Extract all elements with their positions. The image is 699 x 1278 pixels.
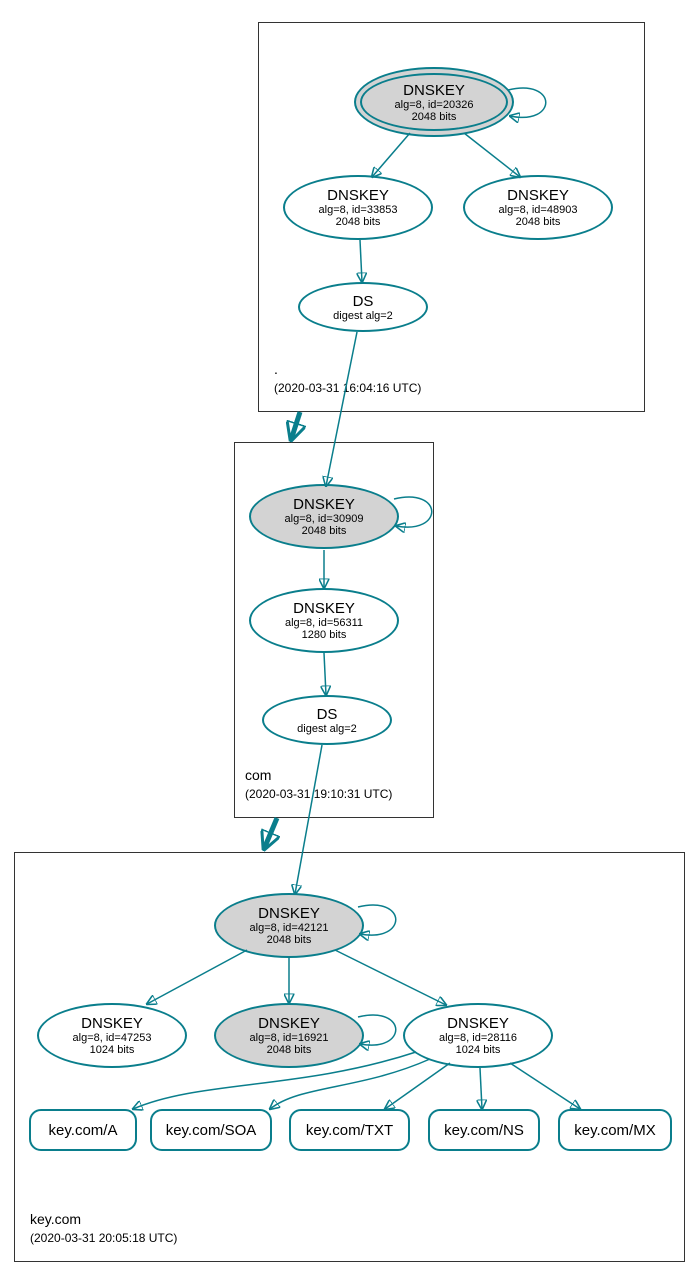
node-key-z1: DNSKEY alg=8, id=47253 1024 bits bbox=[37, 1003, 187, 1068]
node-com-ksk-line2: alg=8, id=30909 bbox=[285, 513, 364, 525]
node-root-ext: DNSKEY alg=8, id=48903 2048 bits bbox=[463, 175, 613, 240]
node-key-ksk-title: DNSKEY bbox=[258, 905, 320, 922]
node-key-z1-title: DNSKEY bbox=[81, 1015, 143, 1032]
node-root-zsk-line2: alg=8, id=33853 bbox=[319, 204, 398, 216]
node-key-z2-line2: alg=8, id=16921 bbox=[250, 1032, 329, 1044]
node-root-ds: DS digest alg=2 bbox=[298, 282, 428, 332]
node-com-ds-title: DS bbox=[317, 706, 338, 723]
node-root-ksk-title: DNSKEY bbox=[403, 82, 465, 99]
node-key-z1-line3: 1024 bits bbox=[90, 1044, 135, 1056]
node-root-zsk-title: DNSKEY bbox=[327, 187, 389, 204]
node-root-ksk: DNSKEY alg=8, id=20326 2048 bits bbox=[354, 67, 514, 137]
node-com-zsk-line2: alg=8, id=56311 bbox=[285, 617, 363, 629]
node-key-z3-line2: alg=8, id=28116 bbox=[439, 1032, 517, 1044]
node-com-ds-line2: digest alg=2 bbox=[297, 723, 357, 735]
zone-com-ts: (2020-03-31 19:10:31 UTC) bbox=[245, 787, 392, 801]
node-root-zsk: DNSKEY alg=8, id=33853 2048 bits bbox=[283, 175, 433, 240]
node-key-z2-line3: 2048 bits bbox=[267, 1044, 312, 1056]
node-key-ksk-line3: 2048 bits bbox=[267, 934, 312, 946]
node-root-ksk-line3: 2048 bits bbox=[412, 111, 457, 123]
zone-root-name: . bbox=[274, 361, 278, 377]
zone-key-label: key.com (2020-03-31 20:05:18 UTC) bbox=[30, 1210, 177, 1247]
zone-com-name: com bbox=[245, 767, 271, 783]
node-key-z3-title: DNSKEY bbox=[447, 1015, 509, 1032]
node-key-z3: DNSKEY alg=8, id=28116 1024 bits bbox=[403, 1003, 553, 1068]
zone-key-ts: (2020-03-31 20:05:18 UTC) bbox=[30, 1231, 177, 1245]
zone-key-name: key.com bbox=[30, 1211, 81, 1227]
node-root-ext-line2: alg=8, id=48903 bbox=[499, 204, 578, 216]
node-root-ext-title: DNSKEY bbox=[507, 187, 569, 204]
rr-mx: key.com/MX bbox=[558, 1109, 672, 1151]
node-com-ksk: DNSKEY alg=8, id=30909 2048 bits bbox=[249, 484, 399, 549]
node-key-z2: DNSKEY alg=8, id=16921 2048 bits bbox=[214, 1003, 364, 1068]
node-root-ext-line3: 2048 bits bbox=[516, 216, 561, 228]
node-key-ksk-line2: alg=8, id=42121 bbox=[250, 922, 329, 934]
node-com-ksk-line3: 2048 bits bbox=[302, 525, 347, 537]
node-com-ds: DS digest alg=2 bbox=[262, 695, 392, 745]
rr-ns: key.com/NS bbox=[428, 1109, 540, 1151]
node-com-zsk-title: DNSKEY bbox=[293, 600, 355, 617]
rr-a: key.com/A bbox=[29, 1109, 137, 1151]
node-root-zsk-line3: 2048 bits bbox=[336, 216, 381, 228]
node-root-ksk-line2: alg=8, id=20326 bbox=[395, 99, 474, 111]
node-key-ksk: DNSKEY alg=8, id=42121 2048 bits bbox=[214, 893, 364, 958]
node-key-z2-title: DNSKEY bbox=[258, 1015, 320, 1032]
node-key-z1-line2: alg=8, id=47253 bbox=[73, 1032, 152, 1044]
node-key-z3-line3: 1024 bits bbox=[456, 1044, 501, 1056]
rr-soa: key.com/SOA bbox=[150, 1109, 272, 1151]
zone-com-label: com (2020-03-31 19:10:31 UTC) bbox=[245, 766, 392, 803]
zone-root-label: . (2020-03-31 16:04:16 UTC) bbox=[274, 360, 421, 397]
node-root-ds-title: DS bbox=[353, 293, 374, 310]
zone-root-ts: (2020-03-31 16:04:16 UTC) bbox=[274, 381, 421, 395]
node-com-zsk-line3: 1280 bits bbox=[302, 629, 347, 641]
rr-txt: key.com/TXT bbox=[289, 1109, 410, 1151]
node-com-ksk-title: DNSKEY bbox=[293, 496, 355, 513]
node-root-ds-line2: digest alg=2 bbox=[333, 310, 393, 322]
node-com-zsk: DNSKEY alg=8, id=56311 1280 bits bbox=[249, 588, 399, 653]
